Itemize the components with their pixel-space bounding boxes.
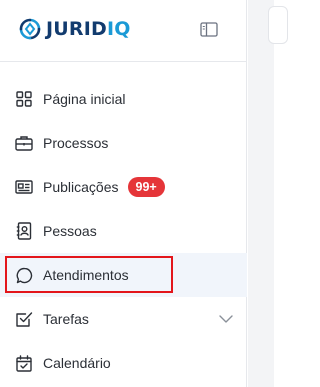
- sidebar-item-processos[interactable]: Processos: [0, 121, 247, 165]
- sidebar-item-publicacoes[interactable]: Publicações 99+: [0, 165, 247, 209]
- brand-logo[interactable]: JURIDIQ: [18, 15, 131, 43]
- sidebar-nav: Página inicial Processos Publicações 99+…: [0, 77, 247, 385]
- calendar-check-icon: [15, 354, 33, 372]
- brand-name: JURIDIQ: [46, 18, 131, 40]
- brand-name-part1: JURID: [46, 18, 107, 40]
- checkbox-icon: [15, 310, 33, 328]
- selection-highlight: [5, 256, 173, 293]
- sidebar-item-label: Pessoas: [43, 223, 97, 239]
- sidebar-item-pagina-inicial[interactable]: Página inicial: [0, 77, 247, 121]
- content-card: [268, 6, 288, 44]
- contact-book-icon: [15, 222, 33, 240]
- newspaper-icon: [15, 178, 33, 196]
- main-content-area: [248, 0, 288, 387]
- sidebar-item-calendario[interactable]: Calendário: [0, 341, 247, 385]
- chevron-down-icon[interactable]: [217, 311, 235, 327]
- sidebar-item-atendimentos[interactable]: Atendimentos: [0, 253, 247, 297]
- sidebar-item-label: Calendário: [43, 355, 111, 371]
- sidebar-item-pessoas[interactable]: Pessoas: [0, 209, 247, 253]
- sidebar-collapse-icon: [200, 21, 218, 37]
- sidebar-item-label: Tarefas: [43, 311, 89, 327]
- sidebar: JURIDIQ Página inicial Processos Publica…: [0, 0, 247, 387]
- sidebar-item-label: Processos: [43, 135, 109, 151]
- grid-icon: [15, 90, 33, 108]
- brand-name-part2: IQ: [106, 18, 131, 40]
- sidebar-header: JURIDIQ: [0, 0, 247, 62]
- sidebar-item-label: Publicações: [43, 179, 119, 195]
- sidebar-item-label: Página inicial: [43, 91, 126, 107]
- notification-count-badge: 99+: [127, 177, 165, 197]
- sidebar-collapse-button[interactable]: [198, 19, 220, 39]
- sidebar-item-tarefas[interactable]: Tarefas: [0, 297, 247, 341]
- briefcase-icon: [15, 134, 33, 152]
- logo-mark-icon: [19, 18, 41, 40]
